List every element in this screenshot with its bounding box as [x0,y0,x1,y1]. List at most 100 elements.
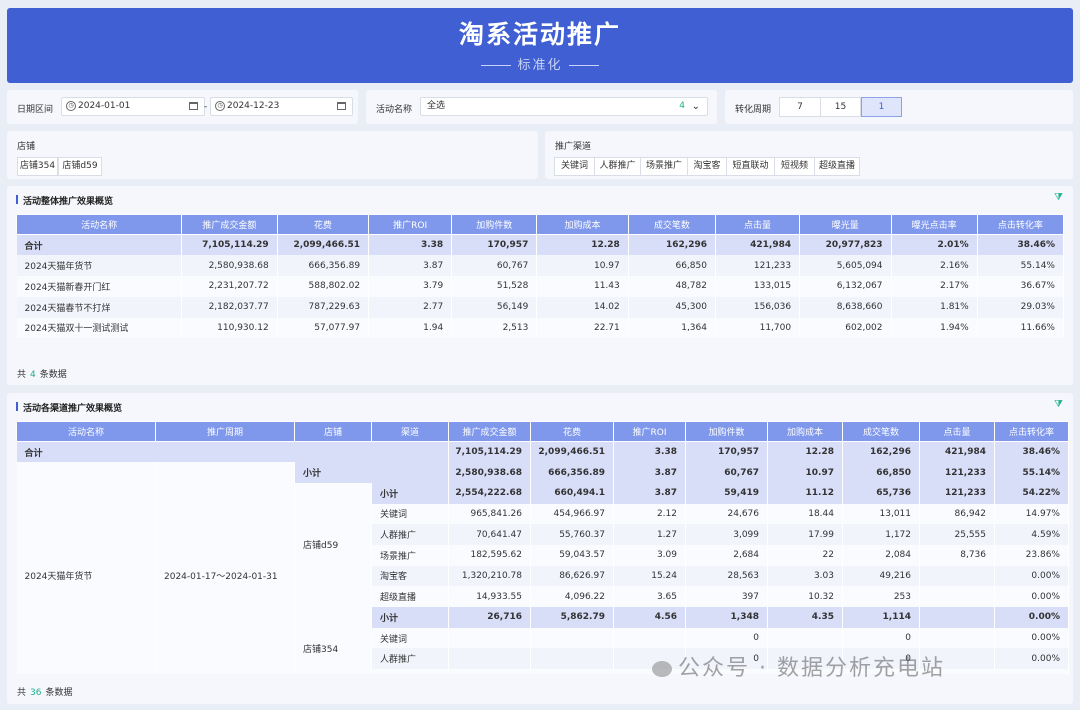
table-cell: 1,364 [628,317,716,339]
column-header: 推广ROI [368,214,453,235]
table-cell: 12.28 [767,441,843,463]
table-cell [448,648,531,670]
date-end-input[interactable]: ◷ 2024-12-23 [210,97,353,116]
table-cell: 60,767 [451,255,538,276]
footer-suffix: 条数据 [45,688,73,698]
table-cell: 2.12 [613,503,686,525]
filter-icon[interactable]: ⧩ [1054,399,1063,410]
table-cell: 0.00% [994,607,1069,628]
table-cell: 1.94% [891,317,978,339]
table-cell: 182,595.62 [448,544,531,566]
table-cell [919,627,995,649]
table-cell: 59,043.57 [530,544,614,566]
channel-header-row: 活动名称 推广周期 店铺 渠道 推广成交金额 花费 推广ROI 加购件数 加购成本 成交笔数 点击量… [16,421,1069,442]
table-cell [530,648,614,670]
table-cell: 421,984 [715,234,801,256]
table-cell: 2024天猫新春开门红 [16,276,183,297]
table-cell: 55,760.37 [530,524,614,545]
filter-icon[interactable]: ⧩ [1054,192,1063,203]
column-header: 加购成本 [536,214,629,235]
activity-select[interactable]: 全选 4 ⌄ [420,97,708,116]
table-cell: 660,494.1 [530,482,614,504]
store-label: 店铺 [17,142,36,152]
cycle-option-7[interactable]: 7 [779,97,821,117]
store-tag-354[interactable]: 店铺354 [17,157,58,176]
total-row: 合计 7,105,114.29 2,099,466.51 3.38 170,957 12.… [16,234,1065,256]
page-subtitle: 标准化 [7,54,1073,73]
table-cell: 666,356.89 [530,462,614,483]
table-cell: 5,862.79 [530,607,614,628]
column-header: 点击量 [714,214,801,235]
date-filter-panel: 日期区间 ◷ 2024-01-01 - ◷ 2024-12-23 [7,90,358,124]
activity-label: 活动名称 [376,105,413,115]
table-cell: 162,296 [628,234,716,256]
table-cell: 55.14% [994,462,1069,483]
cycle-option-1[interactable]: 1 [861,97,902,117]
channel-tag-audience[interactable]: 人群推广 [594,157,641,176]
table-cell: 48,782 [628,276,716,297]
column-header: 店铺 [294,421,372,442]
channel-tag-taobaoke[interactable]: 淘宝客 [687,157,727,176]
column-header: 活动名称 [15,214,183,235]
table-cell [448,627,531,649]
table-cell: 7,105,114.29 [448,441,531,463]
footer-prefix: 共 [17,688,27,698]
date-start-input[interactable]: ◷ 2024-01-01 [61,97,205,116]
table-cell: 17.99 [767,524,843,545]
column-header: 加购件数 [685,421,768,442]
table-cell: 4.56 [613,607,686,628]
table-cell: 2,580,938.68 [181,255,278,276]
channel-tag-short-direct[interactable]: 短直联动 [726,157,775,176]
table-cell: 133,015 [715,276,801,297]
table-cell: 38.46% [994,441,1069,463]
table-cell: 2.17% [891,276,978,297]
table-cell: 54.22% [994,482,1069,504]
channel-tag-keyword[interactable]: 关键词 [554,157,595,176]
column-header: 渠道 [371,421,449,442]
table-cell: 1,172 [842,524,920,545]
table-cell: 15.24 [613,565,686,587]
table-cell: 2,554,222.68 [448,482,531,504]
date-label: 日期区间 [17,105,54,115]
table-cell: 11.43 [536,276,629,297]
footer-count: 36 [30,688,42,698]
table-cell: 121,233 [715,255,801,276]
column-header: 点击转化率 [994,421,1069,442]
table-cell: 1.27 [613,524,686,545]
table-cell: 11.12 [767,482,843,504]
table-cell: 29.03% [977,296,1065,318]
channel-tag-live[interactable]: 超级直播 [814,157,860,176]
table-cell: 57,077.97 [277,317,370,339]
table-cell: 55.14% [977,255,1065,276]
store-tag-d59[interactable]: 店铺d59 [58,157,102,176]
subtotal-cell: 小计 [371,482,449,504]
channel-tag-scene[interactable]: 场景推广 [640,157,688,176]
column-header: 推广成交金额 [448,421,531,442]
table-cell: 2.16% [891,255,978,276]
table-cell: 965,841.26 [448,503,531,525]
table-cell: 24,676 [685,503,768,525]
table-cell: 13,011 [842,503,920,525]
table-cell: 56,149 [451,296,538,318]
table-cell: 2,084 [842,544,920,566]
channel-tag-short-video[interactable]: 短视频 [774,157,815,176]
table-cell: 3.09 [613,544,686,566]
table-row: 2024天猫年货节 2024-01-17～2024-01-31 小计 2,580,93… [16,462,1069,690]
table-cell: 0 [685,627,768,649]
table-cell: 2,231,207.72 [181,276,278,297]
table-cell: 14.97% [994,503,1069,525]
table-cell: 59,419 [685,482,768,504]
table-cell: 170,957 [685,441,768,463]
date-end-value: 2024-12-23 [227,101,280,111]
overview-table: 活动名称 推广成交金额 花费 推广ROI 加购件数 加购成本 成交笔数 点击量 曝光量 曝光点击率… [15,214,1065,339]
table-cell: 36.67% [977,276,1065,297]
column-header: 点击转化率 [976,214,1065,235]
table-cell: 0.00% [994,586,1069,607]
table-cell: 3.87 [613,462,686,483]
cycle-option-15[interactable]: 15 [820,97,861,117]
table-cell: 23.86% [994,544,1069,566]
table-cell: 1.81% [891,296,978,318]
total-row: 合计 7,105,114.29 2,099,466.51 3.38 170,957 12.… [16,441,1069,463]
table-cell: 28,563 [685,565,768,587]
table-cell: 3.79 [368,276,453,297]
